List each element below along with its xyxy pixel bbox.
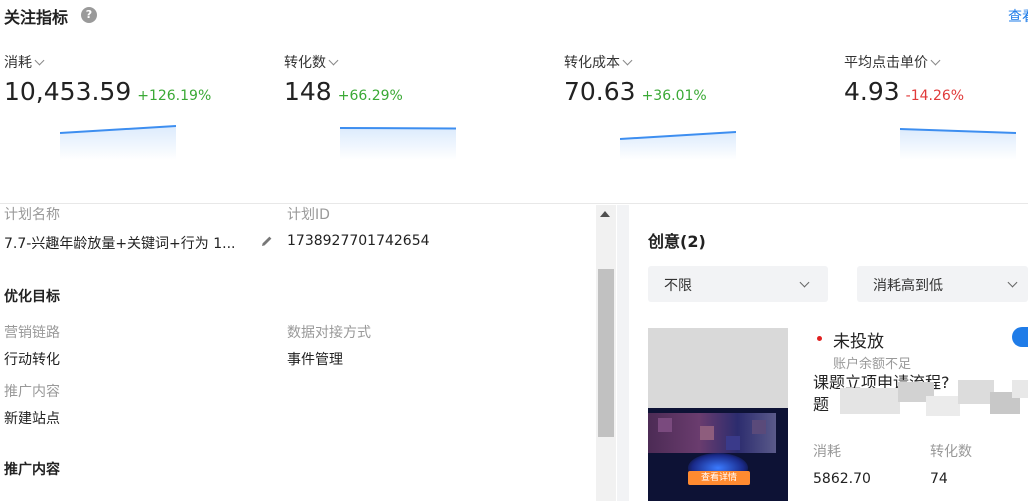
optimization-target-heading: 优化目标 (4, 289, 60, 305)
metric-name: 转化成本 (564, 55, 620, 71)
thumbnail-detail-button: 查看详情 (688, 471, 750, 485)
sparkline-area (340, 128, 456, 160)
metric-number: 10,453.59 (4, 77, 132, 106)
scrollbar[interactable] (596, 205, 616, 501)
sparkline-chart (340, 127, 456, 160)
creative-status: 未投放 (833, 332, 884, 352)
pencil-icon[interactable] (261, 235, 273, 247)
creative-thumbnail[interactable]: 查看详情 (648, 328, 788, 501)
metric-number: 70.63 (564, 77, 636, 106)
view-more-link[interactable]: 查看 (1008, 6, 1028, 26)
metric-number: 4.93 (844, 77, 900, 106)
metric-name: 平均点击单价 (844, 55, 928, 71)
marketing-chain-value: 行动转化 (4, 352, 60, 368)
stat-label-conversions: 转化数 (930, 444, 972, 460)
metric-value: 4.93 -14.26% (844, 77, 964, 106)
chevron-down-icon (622, 55, 633, 66)
metric-change: +36.01% (641, 88, 707, 104)
metric-selector[interactable]: 转化成本 (564, 52, 633, 72)
select-value: 消耗高到低 (873, 278, 943, 294)
sparkline-chart (60, 125, 176, 160)
chevron-down-icon (1007, 277, 1018, 288)
creative-heading: 创意(2) (648, 232, 706, 251)
question-circle-icon[interactable]: ? (81, 7, 97, 23)
stat-value-conversions: 74 (930, 471, 948, 487)
metric-name: 消耗 (4, 55, 32, 71)
stat-value-cost: 5862.70 (813, 471, 871, 487)
metric-value: 148 +66.29% (284, 77, 403, 106)
plan-id-label: 计划ID (287, 207, 330, 223)
sparkline-line (340, 127, 456, 130)
data-integration-value: 事件管理 (287, 352, 343, 368)
thumbnail-mosaic (700, 426, 714, 440)
metric-selector[interactable]: 消耗 (4, 52, 45, 72)
promo-content-heading: 推广内容 (4, 462, 60, 478)
plan-id-value: 1738927701742654 (287, 233, 430, 249)
metric-selector[interactable]: 平均点击单价 (844, 52, 941, 72)
marketing-chain-label: 营销链路 (4, 325, 60, 341)
thumbnail-mosaic (752, 420, 766, 434)
title-mosaic (840, 380, 1028, 416)
select-value: 不限 (664, 278, 692, 294)
metric-card-cost: 消耗 10,453.59 +126.19% (4, 50, 244, 165)
metric-change: -14.26% (905, 88, 965, 104)
chevron-down-icon (799, 277, 810, 288)
plan-name-value: 7.7-兴趣年龄放量+关键词+行为 1... (4, 236, 236, 252)
metric-change: +66.29% (337, 88, 403, 104)
panel-separator (617, 205, 629, 501)
metric-value: 10,453.59 +126.19% (4, 77, 211, 106)
section-divider (0, 203, 1028, 204)
promo-content-value: 新建站点 (4, 411, 60, 427)
chevron-down-icon (328, 55, 339, 66)
metric-card-cost-per-conversion: 转化成本 70.63 +36.01% (564, 50, 804, 165)
scrollbar-thumb[interactable] (598, 269, 614, 437)
section-title: 关注指标 (4, 8, 69, 27)
metric-card-avg-cpc: 平均点击单价 4.93 -14.26% (844, 50, 1028, 165)
sparkline-chart (900, 128, 1016, 160)
sparkline-chart (620, 131, 736, 160)
status-dot-icon (817, 336, 822, 341)
plan-name-label: 计划名称 (4, 207, 60, 223)
chevron-down-icon (34, 55, 45, 66)
creative-enable-toggle[interactable] (1012, 327, 1028, 347)
creative-filter-select[interactable]: 不限 (648, 266, 828, 302)
metric-change: +126.19% (137, 88, 212, 104)
chevron-down-icon (930, 55, 941, 66)
metric-value: 70.63 +36.01% (564, 77, 707, 106)
scroll-up-icon[interactable] (600, 211, 610, 217)
creative-sort-select[interactable]: 消耗高到低 (857, 266, 1028, 302)
sparkline-area (900, 129, 1016, 160)
metric-name: 转化数 (284, 55, 326, 71)
metric-selector[interactable]: 转化数 (284, 52, 339, 72)
metric-card-conversions: 转化数 148 +66.29% (284, 50, 524, 165)
metric-number: 148 (284, 77, 332, 106)
thumbnail-mosaic (726, 436, 740, 450)
promo-content-label: 推广内容 (4, 384, 60, 400)
stat-label-cost: 消耗 (813, 444, 841, 460)
creative-status-reason: 账户余额不足 (833, 357, 912, 372)
thumbnail-mosaic (658, 418, 672, 432)
data-integration-label: 数据对接方式 (287, 325, 371, 341)
